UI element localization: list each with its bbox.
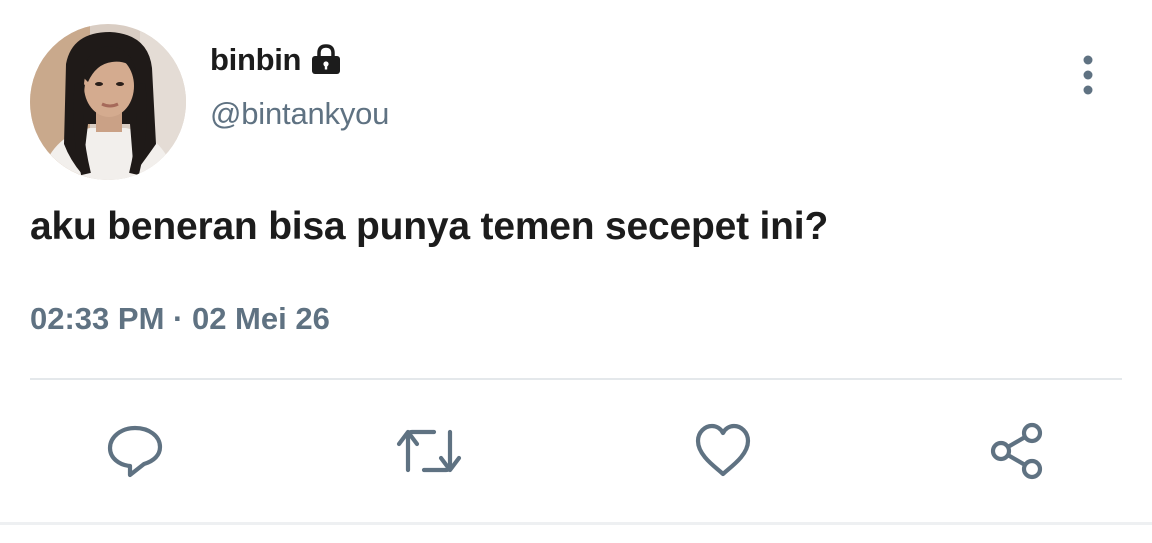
author-name-row: binbin	[210, 40, 343, 80]
vertical-ellipsis-icon[interactable]	[1072, 52, 1104, 98]
heart-outline-icon	[695, 423, 751, 477]
lock-icon	[309, 43, 343, 77]
display-name[interactable]: binbin	[210, 42, 301, 78]
tweet-text: aku beneran bisa punya temen secepet ini…	[30, 205, 829, 248]
bottom-border	[0, 522, 1152, 525]
divider	[30, 378, 1122, 380]
like-button[interactable]	[692, 420, 754, 482]
user-handle[interactable]: @bintankyou	[210, 96, 389, 132]
retweet-button[interactable]	[396, 420, 462, 482]
avatar-image	[30, 24, 186, 180]
tweet-timestamp[interactable]: 02:33 PM · 02 Mei 26	[30, 301, 330, 337]
reply-button[interactable]	[104, 420, 166, 482]
share-nodes-icon	[990, 422, 1043, 480]
tweet-card: binbin @bintankyou aku beneran bisa puny…	[0, 0, 1152, 543]
share-button[interactable]	[986, 420, 1048, 482]
speech-bubble-icon	[107, 425, 163, 478]
retweet-arrows-icon	[396, 429, 462, 473]
avatar[interactable]	[30, 24, 186, 180]
